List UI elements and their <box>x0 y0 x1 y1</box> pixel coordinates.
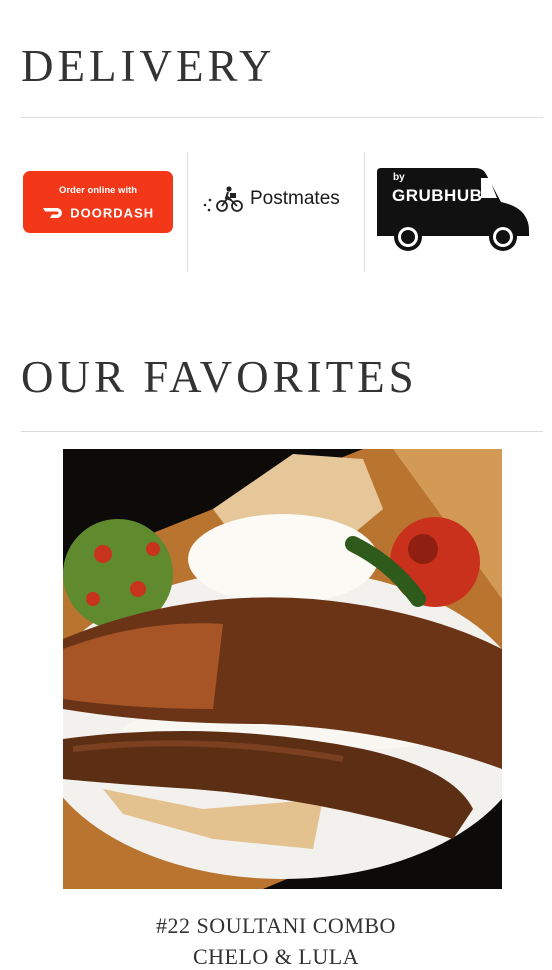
delivery-heading: DELIVERY <box>21 41 276 91</box>
grubhub-order-link[interactable]: by GRUBHUB™ <box>375 164 535 254</box>
vertical-separator <box>187 152 188 272</box>
favorite-item-subtitle: CHELO & LULA <box>192 944 360 969</box>
vertical-separator <box>364 152 365 272</box>
postmates-order-link[interactable]: Postmates <box>200 180 355 220</box>
doordash-logo-icon <box>42 207 62 218</box>
postmates-brand: Postmates <box>250 188 340 209</box>
grubhub-brand: GRUBHUB™ <box>392 186 490 206</box>
favorite-item-name: #22 SOULTANI COMBO <box>156 913 396 938</box>
grubhub-brand-text: GRUBHUB <box>392 186 483 205</box>
doordash-pre-label: Order online with <box>58 185 138 196</box>
doordash-order-button[interactable]: Order online with DOORDASH <box>23 171 173 233</box>
grubhub-trademark: ™ <box>482 189 490 197</box>
doordash-brand: DOORDASH <box>70 205 155 221</box>
soultani-combo-photo[interactable] <box>63 449 502 889</box>
postmates-courier-icon <box>203 186 243 212</box>
favorites-divider <box>21 431 543 432</box>
grubhub-by-label: by <box>393 172 405 183</box>
favorites-heading: OUR FAVORITES <box>21 352 418 402</box>
kabob-plate-image <box>63 449 502 889</box>
delivery-divider <box>21 117 543 118</box>
